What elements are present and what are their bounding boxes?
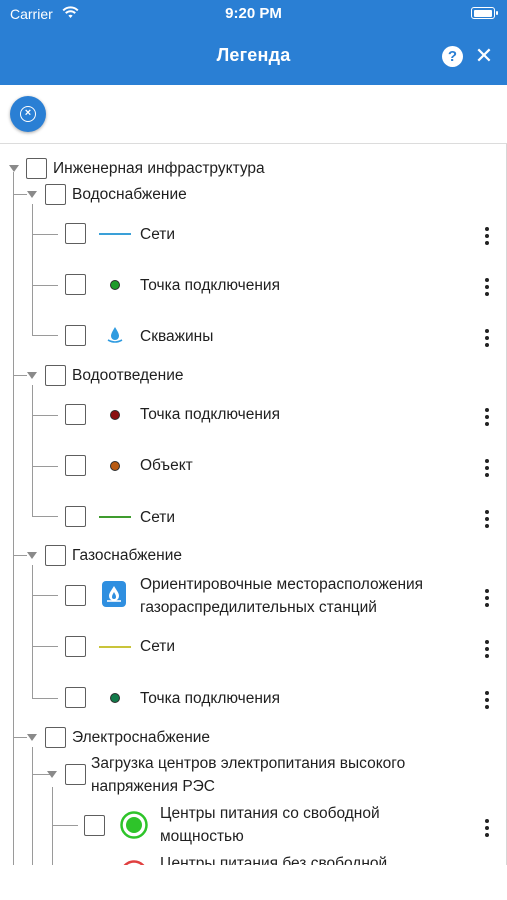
power-center-icon — [120, 811, 148, 839]
more-options-icon[interactable] — [482, 327, 492, 349]
checkbox-power-load[interactable] — [65, 764, 86, 785]
collapse-triangle-icon[interactable] — [27, 191, 37, 198]
legend-screen: Carrier 9:20 PM Легенда ? ✕ × Инженерная… — [0, 0, 507, 900]
collapse-triangle-icon[interactable] — [27, 552, 37, 559]
header-bar: Легенда ? ✕ — [0, 28, 507, 85]
legend-item-label: Центры питания со свободной мощностью — [160, 805, 380, 845]
checkbox-sewer[interactable] — [45, 365, 66, 386]
x-circle-icon: × — [20, 106, 36, 122]
checkbox-power-free[interactable] — [84, 815, 105, 836]
legend-item-label: Сети — [140, 509, 176, 526]
legend-item-label: Точка подключения — [140, 406, 280, 423]
legend-item-label: Объект — [140, 457, 193, 474]
tree-label-water: Водоснабжение — [72, 186, 187, 203]
clock: 9:20 PM — [225, 5, 282, 22]
status-bar: Carrier 9:20 PM — [0, 0, 507, 28]
legend-item-label: Сети — [140, 638, 176, 655]
more-options-icon[interactable] — [482, 638, 492, 660]
collapse-triangle-icon[interactable] — [27, 734, 37, 741]
more-options-icon[interactable] — [482, 587, 492, 609]
bottom-area — [0, 865, 507, 900]
checkbox-gas[interactable] — [45, 545, 66, 566]
legend-toolbar: × — [0, 85, 507, 143]
more-options-icon[interactable] — [482, 817, 492, 839]
checkbox-gas-connection[interactable] — [65, 687, 86, 708]
water-drop-icon — [107, 327, 123, 343]
dot-symbol — [110, 461, 120, 471]
more-options-icon[interactable] — [482, 508, 492, 530]
checkbox-water-networks[interactable] — [65, 223, 86, 244]
more-options-icon[interactable] — [482, 689, 492, 711]
legend-tree: Инженерная инфраструктура Водоснабжение … — [0, 143, 507, 865]
legend-item-label: Скважины — [140, 328, 214, 345]
legend-item-label: Сети — [140, 226, 176, 243]
tree-label-root: Инженерная инфраструктура — [53, 160, 265, 177]
more-options-icon[interactable] — [482, 276, 492, 298]
tree-label-power: Электроснабжение — [72, 729, 211, 746]
dot-symbol — [110, 693, 120, 703]
checkbox-gas-networks[interactable] — [65, 636, 86, 657]
collapse-triangle-icon[interactable] — [27, 372, 37, 379]
tree-label-gas: Газоснабжение — [72, 547, 182, 564]
checkbox-sewer-object[interactable] — [65, 455, 86, 476]
more-options-icon[interactable] — [482, 457, 492, 479]
legend-item-label: Точка подключения — [140, 277, 280, 294]
legend-item-label: Ориентировочные месторасположения газора… — [140, 576, 424, 616]
legend-item-label: Точка подключения — [140, 690, 280, 707]
collapse-triangle-icon[interactable] — [9, 165, 19, 172]
checkbox-root[interactable] — [26, 158, 47, 179]
tree-label-sewer: Водоотведение — [72, 367, 184, 384]
dot-symbol — [110, 280, 120, 290]
line-symbol — [99, 233, 131, 235]
legend-item-label: Центры питания без свободной — [160, 855, 388, 865]
checkbox-water[interactable] — [45, 184, 66, 205]
clear-selection-button[interactable]: × — [10, 96, 46, 132]
checkbox-sewer-connection[interactable] — [65, 404, 86, 425]
checkbox-water-connection[interactable] — [65, 274, 86, 295]
line-symbol — [99, 646, 131, 648]
more-options-icon[interactable] — [482, 225, 492, 247]
help-icon[interactable]: ? — [442, 46, 463, 67]
battery-icon — [471, 7, 498, 19]
collapse-triangle-icon[interactable] — [47, 771, 57, 778]
page-title: Легенда — [216, 45, 291, 65]
more-options-icon[interactable] — [482, 406, 492, 428]
gas-station-icon — [102, 581, 126, 607]
tree-label-power-load: Загрузка центров электропитания высокого… — [91, 755, 406, 795]
dot-symbol — [110, 410, 120, 420]
line-symbol — [99, 516, 131, 518]
checkbox-water-wells[interactable] — [65, 325, 86, 346]
checkbox-sewer-networks[interactable] — [65, 506, 86, 527]
close-icon[interactable]: ✕ — [472, 42, 496, 70]
checkbox-gas-stations[interactable] — [65, 585, 86, 606]
checkbox-power[interactable] — [45, 727, 66, 748]
